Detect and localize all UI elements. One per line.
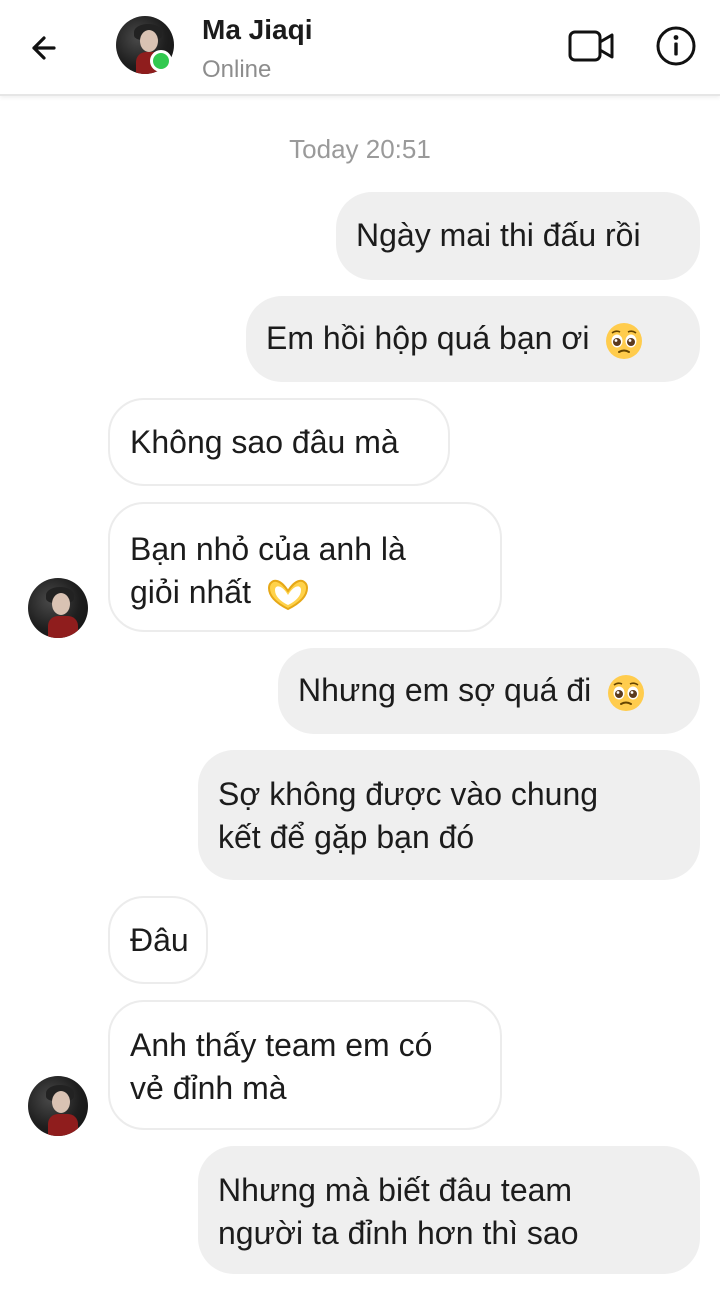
message-text-line: kết để gặp bạn đó [218, 819, 475, 855]
received-message-bubble[interactable]: Bạn nhỏ của anh là giỏi nhất [108, 502, 502, 632]
contact-status: Online [202, 56, 272, 83]
message-text: Em hồi hộp quá bạn ơi [266, 320, 590, 356]
message-text: Nhưng em sợ quá đi [298, 672, 592, 708]
conversation-timestamp: Today 20:51 [289, 134, 431, 164]
sent-message-bubble[interactable]: Sợ không được vào chung kết để gặp bạn đ… [198, 750, 700, 880]
received-message-bubble[interactable]: Đâu [108, 896, 208, 984]
message-text: Ngày mai thi đấu rồi [356, 217, 641, 253]
message-text-line: vẻ đỉnh mà [130, 1070, 287, 1106]
message-text-line: Anh thấy team em có [130, 1027, 433, 1063]
message-text-line: Nhưng mà biết đâu team [218, 1172, 573, 1208]
info-icon[interactable] [654, 24, 698, 68]
message-text-line: giỏi nhất [130, 574, 251, 610]
contact-name[interactable]: Ma Jiaqi [202, 14, 312, 46]
received-message-bubble[interactable]: Anh thấy team em có vẻ đỉnh mà [108, 1000, 502, 1130]
chat-header: Ma Jiaqi Online [0, 0, 720, 96]
pleading-face-emoji-icon [606, 322, 643, 359]
message-text-line: Bạn nhỏ của anh là [130, 531, 406, 567]
message-text-line: người ta đỉnh hơn thì sao [218, 1215, 579, 1251]
sent-message-bubble[interactable]: Em hồi hộp quá bạn ơi [246, 296, 700, 382]
received-message-bubble[interactable]: Không sao đâu mà [108, 398, 450, 486]
video-call-icon[interactable] [566, 26, 616, 66]
back-arrow-icon[interactable] [24, 26, 68, 70]
contact-avatar-small[interactable] [28, 578, 88, 638]
heart-hands-emoji-icon [267, 579, 308, 610]
message-text: Đâu [130, 922, 189, 958]
message-text: Không sao đâu mà [130, 424, 399, 460]
online-status-dot [150, 50, 172, 72]
message-text-line: Sợ không được vào chung [218, 776, 599, 812]
sent-message-bubble[interactable]: Ngày mai thi đấu rồi [336, 192, 700, 280]
pleading-face-emoji-icon [608, 674, 645, 711]
contact-avatar-small[interactable] [28, 1076, 88, 1136]
sent-message-bubble[interactable]: Nhưng mà biết đâu team người ta đỉnh hơn… [198, 1146, 700, 1274]
sent-message-bubble[interactable]: Nhưng em sợ quá đi [278, 648, 700, 734]
